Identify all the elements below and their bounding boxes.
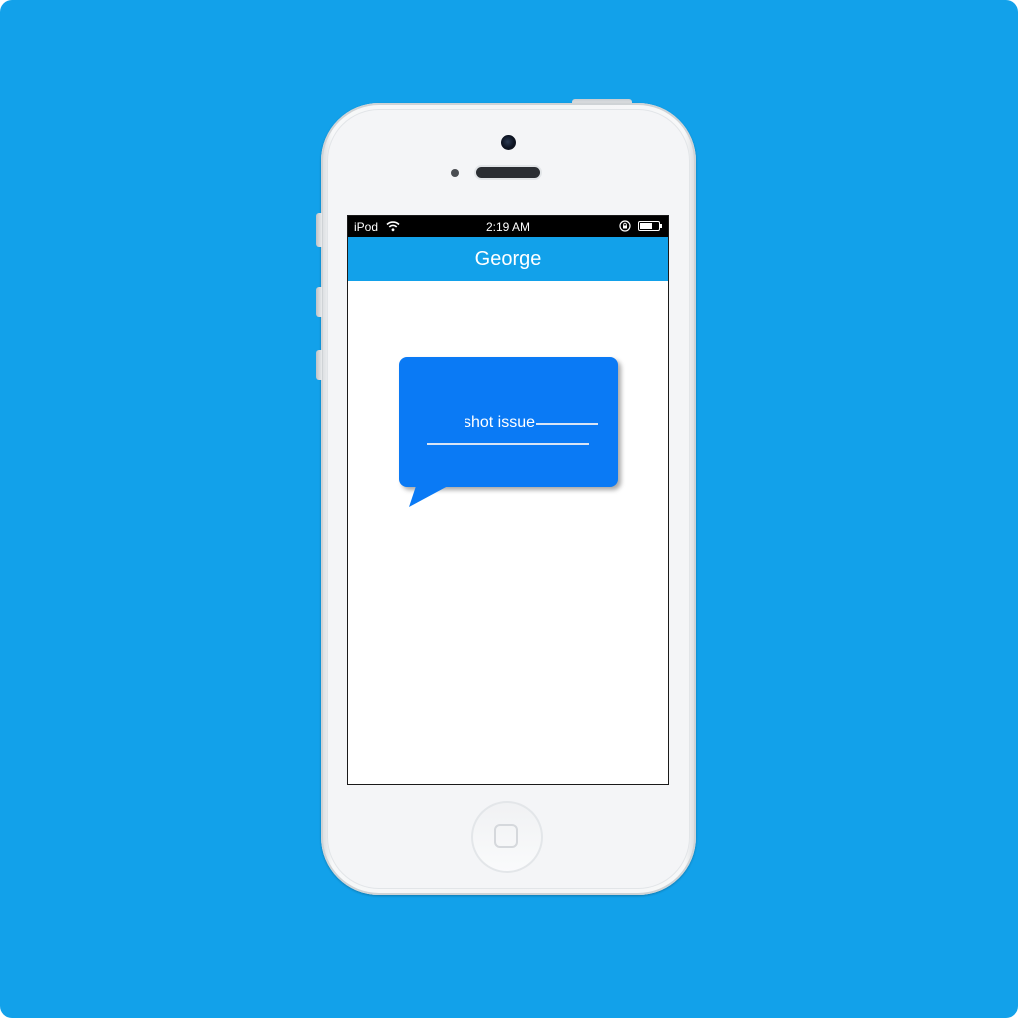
bubble-underline: [536, 423, 598, 425]
volume-down-button: [316, 350, 322, 380]
mute-switch: [316, 213, 322, 247]
bubble-text: Screenshot issue: [465, 414, 535, 431]
front-camera-icon: [501, 135, 516, 150]
rotation-lock-icon: [619, 220, 631, 232]
nav-title: George: [474, 248, 542, 270]
earpiece-speaker: [476, 167, 540, 178]
volume-up-button: [316, 287, 322, 317]
home-square-icon: [494, 824, 518, 848]
speech-bubble[interactable]: Screenshot issue: [399, 357, 618, 487]
bubble-underline: [427, 443, 589, 445]
speech-bubble-tail: [409, 486, 448, 507]
battery-icon: [638, 221, 662, 231]
home-button[interactable]: [471, 801, 543, 873]
navigation-bar: George: [348, 237, 668, 281]
status-bar: iPod 2:19 AM: [348, 216, 668, 237]
proximity-sensor: [451, 169, 459, 177]
phone-screen: iPod 2:19 AM George Screenshot issue: [347, 215, 669, 785]
